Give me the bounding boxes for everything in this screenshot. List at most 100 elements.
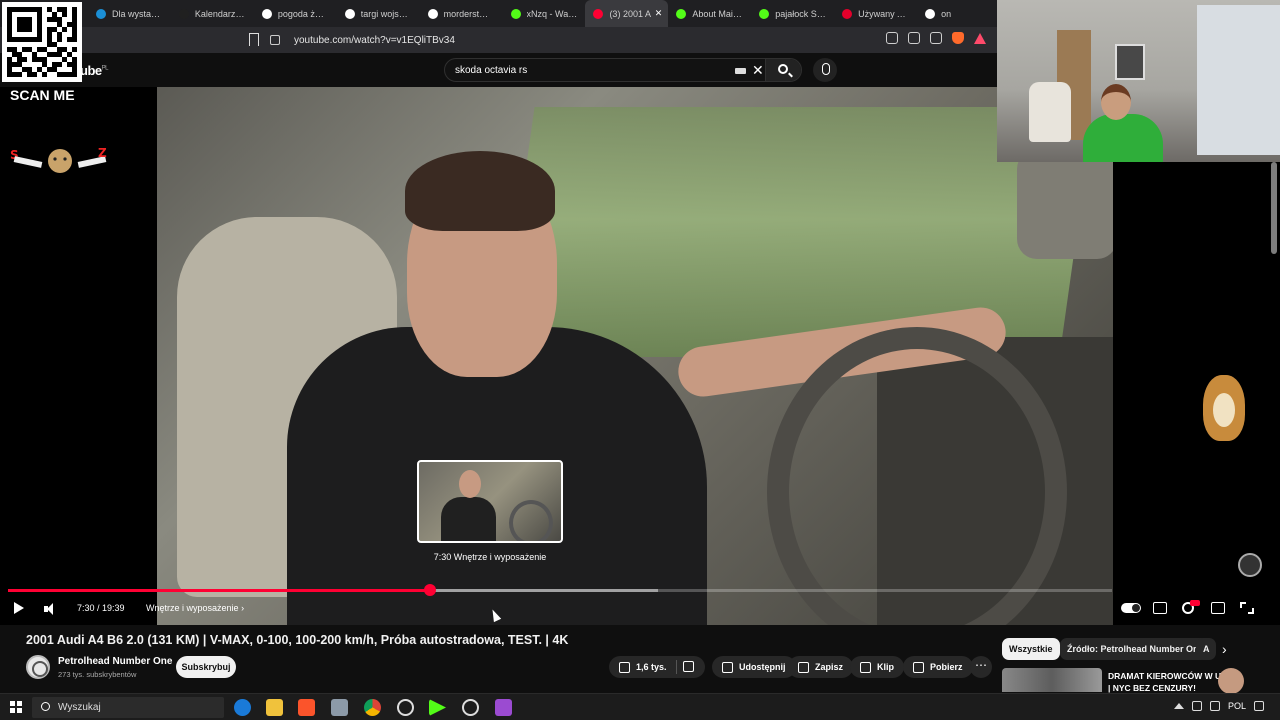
- browser-tab[interactable]: Używany Audi: [834, 0, 917, 27]
- bookmark-save-icon: [798, 661, 809, 673]
- taskbar-search[interactable]: Wyszukaj: [32, 697, 224, 718]
- obs-icon[interactable]: [397, 699, 414, 716]
- like-count[interactable]: 1,6 tys.: [636, 662, 667, 672]
- search-icon: [778, 64, 788, 74]
- video-player[interactable]: [0, 87, 1113, 625]
- url-text[interactable]: youtube.com/watch?v=v1EQliTBv34: [294, 35, 455, 46]
- tab-favicon-icon: [261, 8, 272, 19]
- recommendation-avatar: [1218, 668, 1244, 694]
- chevron-right-icon[interactable]: ›: [1222, 641, 1227, 657]
- more-actions-button[interactable]: ⋯: [970, 656, 992, 678]
- subtitles-icon[interactable]: [1153, 602, 1167, 614]
- file-explorer-icon[interactable]: [266, 699, 283, 716]
- preview-steering-wheel: [509, 500, 553, 541]
- browser-tab[interactable]: targi wojskowe: [337, 0, 420, 27]
- autoplay-toggle[interactable]: [1121, 603, 1141, 613]
- speaker-icon[interactable]: [1209, 701, 1220, 711]
- edge-icon[interactable]: [234, 699, 251, 716]
- miniplayer-icon[interactable]: [1211, 602, 1225, 614]
- volume-icon[interactable]: [44, 603, 56, 615]
- search-input[interactable]: skoda octavia rs: [455, 65, 527, 76]
- clip-label: Klip: [877, 662, 894, 672]
- download-button[interactable]: Pobierz: [903, 656, 973, 678]
- tab-label: Kalendarz konferencji: [194, 8, 246, 19]
- browser-tab-strip: Dla wystawców Kalendarz konferencji pogoda…: [0, 0, 1000, 27]
- settings-icon[interactable]: [462, 699, 479, 716]
- search-button[interactable]: [765, 59, 801, 81]
- kick-icon[interactable]: [429, 699, 446, 716]
- zoom-icon[interactable]: [886, 32, 898, 44]
- share-button[interactable]: Udostępnij: [712, 656, 796, 678]
- app-icon-2[interactable]: [495, 699, 512, 716]
- thumbs-down-icon[interactable]: [683, 661, 694, 672]
- tab-label: on: [941, 8, 952, 19]
- share-page-icon[interactable]: [930, 32, 942, 44]
- save-button[interactable]: Zapisz: [788, 656, 854, 678]
- qr-module: [72, 72, 77, 77]
- scrollbar[interactable]: [1271, 162, 1277, 254]
- windows-taskbar: Wyszukaj POL: [0, 693, 1280, 720]
- youtube-header: ubePL skoda octavia rs ✕: [0, 53, 1000, 87]
- tab-label: targi wojskowe: [360, 8, 412, 19]
- brave-shields-icon[interactable]: [952, 32, 964, 44]
- chip-all[interactable]: Wszystkie: [1002, 638, 1060, 660]
- browser-tab[interactable]: (3) 2001 A ✕: [585, 0, 669, 27]
- clip-button[interactable]: Klip: [850, 656, 904, 678]
- windows-start-icon[interactable]: [10, 701, 22, 713]
- tab-favicon-icon: [510, 8, 521, 19]
- browser-tab[interactable]: Kalendarz konferencji: [171, 0, 254, 27]
- recommendation-thumbnail[interactable]: [1002, 668, 1102, 692]
- browser-tab[interactable]: on: [917, 0, 1000, 27]
- tab-favicon-icon: [842, 8, 853, 19]
- microphone-icon[interactable]: [1191, 701, 1202, 711]
- download-icon: [913, 661, 924, 673]
- close-tab-icon[interactable]: ✕: [655, 8, 663, 19]
- browser-tab[interactable]: morderstwo w: [420, 0, 503, 27]
- chevron-up-icon[interactable]: [1173, 703, 1184, 709]
- tab-favicon-icon: [676, 8, 687, 19]
- tab-label: (3) 2001 A: [609, 8, 651, 19]
- play-button[interactable]: [14, 602, 24, 614]
- app-icon[interactable]: [331, 699, 348, 716]
- thumbs-up-icon[interactable]: [619, 661, 630, 673]
- youtube-logo-text: ube: [80, 63, 102, 78]
- subscribe-button[interactable]: Subskrybuj: [176, 656, 236, 678]
- chip-source-channel[interactable]: Źródło: Petrolhead Number One: [1060, 638, 1211, 660]
- video-frame[interactable]: [157, 87, 1113, 625]
- steering-wheel-logo-icon: [1238, 553, 1262, 577]
- browser-tab[interactable]: pajałock Stream: [751, 0, 834, 27]
- browser-tab[interactable]: pogoda żukowo: [254, 0, 337, 27]
- progress-scrubber[interactable]: [424, 584, 436, 596]
- screen: Dla wystawców Kalendarz konferencji pogoda…: [0, 0, 1280, 720]
- chapter-title-button[interactable]: Wnętrze i wyposażenie ›: [146, 603, 244, 621]
- hd-badge: [1190, 600, 1200, 606]
- clear-search-icon[interactable]: ✕: [752, 62, 764, 79]
- channel-avatar[interactable]: [26, 655, 50, 679]
- browser-tab[interactable]: About Maintag: [668, 0, 751, 27]
- site-info-icon[interactable]: [270, 35, 280, 45]
- voice-search-button[interactable]: [813, 58, 837, 82]
- fullscreen-icon[interactable]: [1240, 602, 1254, 614]
- tab-label: Używany Audi: [858, 8, 910, 19]
- browser-tab[interactable]: Dla wystawców: [88, 0, 171, 27]
- recommendation-title[interactable]: DRAMAT KIEROWCÓW W USA | NYC BEZ CENZURY…: [1108, 670, 1233, 694]
- language-indicator[interactable]: POL: [1228, 701, 1246, 711]
- tab-favicon-icon: [925, 8, 936, 19]
- channel-name[interactable]: Petrolhead Number One: [58, 656, 172, 667]
- sleeping-cat-sticker: S Z: [10, 146, 107, 173]
- scissors-icon: [860, 661, 871, 673]
- cast-icon[interactable]: [908, 32, 920, 44]
- tab-label: pajałock Stream: [775, 8, 826, 19]
- url-field[interactable]: youtube.com/watch?v=v1EQliTBv34: [270, 31, 990, 49]
- notifications-icon[interactable]: [1254, 701, 1264, 711]
- brave-rewards-icon[interactable]: [974, 32, 986, 44]
- brave-browser-icon[interactable]: [298, 699, 315, 716]
- browser-tab[interactable]: xNzq - Watch: [503, 0, 586, 27]
- tab-favicon-icon: [344, 8, 355, 19]
- bookmark-icon[interactable]: [249, 33, 259, 46]
- chip-more[interactable]: A: [1196, 638, 1216, 660]
- address-bar: youtube.com/watch?v=v1EQliTBv34: [0, 27, 1000, 53]
- chrome-icon[interactable]: [364, 699, 381, 716]
- youtube-logo[interactable]: ubePL: [80, 63, 108, 78]
- keyboard-icon[interactable]: [735, 68, 746, 74]
